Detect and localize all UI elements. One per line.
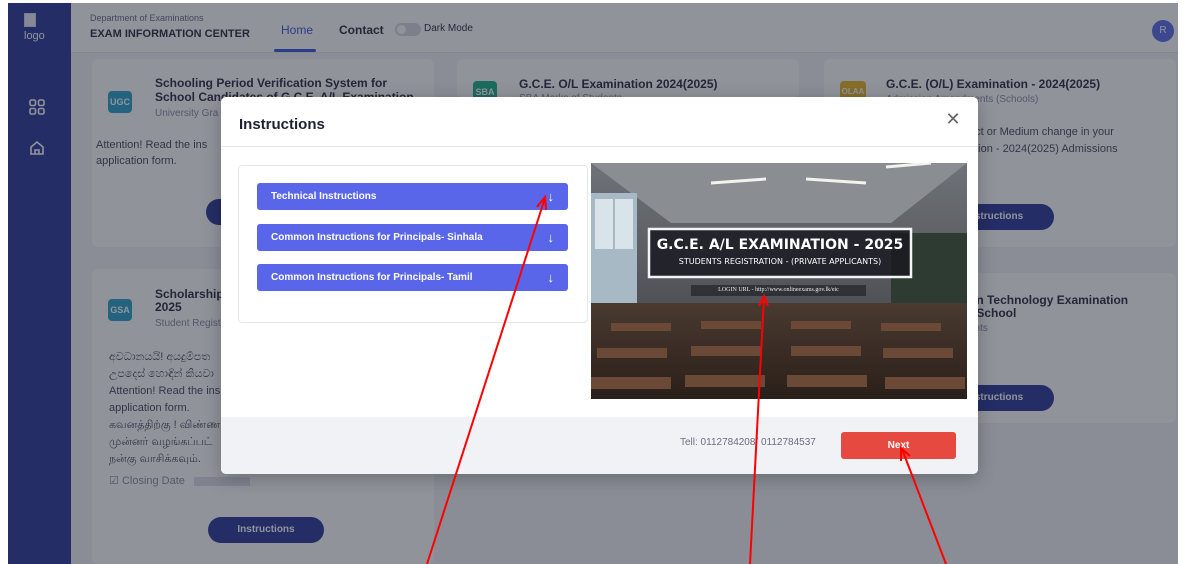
annotation-arrow bbox=[426, 197, 546, 564]
annotation-arrow bbox=[749, 296, 765, 564]
annotation-arrow bbox=[901, 448, 947, 564]
annotation-arrows bbox=[426, 194, 947, 564]
